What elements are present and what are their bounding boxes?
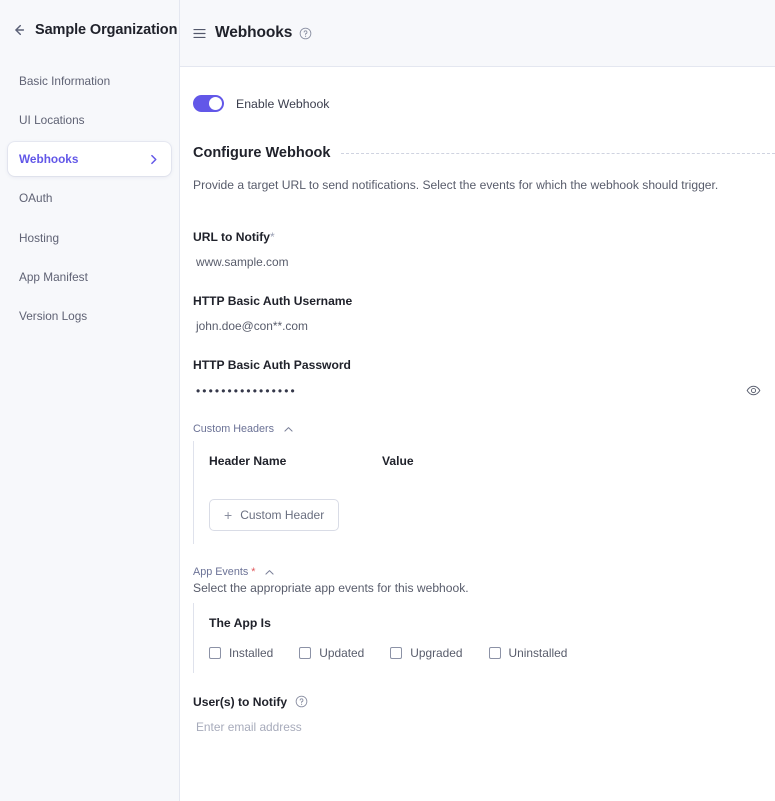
- sidebar-item-label: Basic Information: [19, 74, 111, 88]
- auth-username-field: HTTP Basic Auth Username john.doe@con**.…: [193, 294, 775, 333]
- app-events-options: Installed Updated Upgraded Uninstalled: [209, 646, 775, 660]
- enable-webhook-row: Enable Webhook: [193, 95, 775, 112]
- checkbox-uninstalled[interactable]: Uninstalled: [488, 646, 568, 660]
- custom-headers-columns: Header Name Value: [209, 454, 775, 468]
- custom-headers-label: Custom Headers: [193, 423, 275, 435]
- auth-password-row: ••••••••••••••••: [193, 383, 775, 398]
- custom-headers-body: Header Name Value + Custom Header: [193, 441, 775, 544]
- sidebar-item-label: App Manifest: [19, 269, 88, 284]
- users-to-notify-input[interactable]: Enter email address: [193, 720, 775, 734]
- configure-webhook-header: Configure Webhook: [193, 145, 775, 161]
- sidebar-item-label: Version Logs: [19, 308, 88, 323]
- custom-headers-header: Custom Headers: [193, 423, 775, 435]
- section-divider: [341, 152, 775, 154]
- app-events-header: App Events *: [193, 566, 775, 578]
- page-title: Webhooks: [215, 24, 293, 41]
- sidebar-item-webhooks[interactable]: Webhooks: [8, 142, 171, 177]
- page-content: Enable Webhook Configure Webhook Provide…: [180, 67, 775, 801]
- app-events-body: The App Is Installed Updated Upgraded Un…: [193, 603, 775, 673]
- checkbox-box: [488, 647, 501, 659]
- help-circle-icon[interactable]: [295, 695, 308, 708]
- checkbox-label: Updated: [319, 646, 365, 660]
- label-text: App Events: [193, 566, 249, 578]
- label-text: URL to Notify: [193, 230, 271, 244]
- main-panel: Webhooks Enable Webhook Configure Webhoo…: [180, 0, 775, 801]
- sidebar-item-app-manifest[interactable]: App Manifest: [8, 260, 171, 294]
- auth-password-label: HTTP Basic Auth Password: [193, 358, 351, 372]
- app-events-label: App Events *: [193, 566, 255, 578]
- sidebar-item-label: OAuth: [19, 191, 53, 206]
- url-to-notify-input[interactable]: www.sample.com: [193, 255, 775, 269]
- sidebar-item-version-logs[interactable]: Version Logs: [8, 299, 171, 333]
- auth-username-input[interactable]: john.doe@con**.com: [193, 319, 775, 333]
- plus-icon: +: [224, 507, 233, 523]
- url-to-notify-label: URL to Notify*: [193, 230, 775, 244]
- chevron-up-icon[interactable]: [283, 424, 294, 435]
- help-circle-icon[interactable]: [299, 27, 312, 40]
- column-header-name: Header Name: [209, 454, 287, 468]
- organization-header: Sample Organization: [0, 22, 179, 38]
- checkbox-box: [209, 647, 221, 659]
- page-header: Webhooks: [180, 0, 775, 67]
- toggle-knob: [209, 97, 222, 110]
- auth-password-field: HTTP Basic Auth Password •••••••••••••••…: [193, 358, 775, 398]
- sidebar-item-label: Hosting: [19, 230, 59, 245]
- enable-webhook-toggle[interactable]: [193, 95, 224, 112]
- app-events-description: Select the appropriate app events for th…: [193, 581, 469, 595]
- hamburger-icon[interactable]: [193, 28, 206, 39]
- checkbox-label: Uninstalled: [508, 646, 568, 660]
- users-to-notify-field: User(s) to Notify Enter email address: [193, 695, 775, 734]
- app-events-group-title: The App Is: [209, 616, 271, 630]
- sidebar-item-basic-information[interactable]: Basic Information: [8, 64, 171, 98]
- label-text: User(s) to Notify: [193, 695, 288, 709]
- checkbox-upgraded[interactable]: Upgraded: [390, 646, 463, 660]
- users-to-notify-label: User(s) to Notify: [193, 695, 775, 709]
- checkbox-updated[interactable]: Updated: [299, 646, 364, 660]
- back-arrow-icon[interactable]: [12, 23, 26, 37]
- enable-webhook-label: Enable Webhook: [236, 96, 330, 111]
- app-root: Sample Organization Basic Information UI…: [0, 0, 775, 801]
- checkbox-box: [390, 647, 403, 659]
- organization-title: Sample Organization: [35, 22, 178, 38]
- add-custom-header-button[interactable]: + Custom Header: [209, 499, 340, 531]
- eye-icon[interactable]: [746, 383, 761, 398]
- required-asterisk: *: [270, 230, 275, 244]
- url-to-notify-field: URL to Notify* www.sample.com: [193, 230, 775, 269]
- sidebar-item-label: UI Locations: [19, 113, 85, 128]
- add-custom-header-label: Custom Header: [240, 508, 325, 522]
- checkbox-label: Installed: [229, 646, 274, 660]
- auth-password-input[interactable]: ••••••••••••••••: [193, 384, 746, 398]
- app-events-group: App Events * Select the appropriate app …: [193, 566, 775, 673]
- section-title: Configure Webhook: [193, 145, 331, 161]
- sidebar: Sample Organization Basic Information UI…: [0, 0, 180, 801]
- sidebar-item-oauth[interactable]: OAuth: [8, 181, 171, 215]
- checkbox-installed[interactable]: Installed: [209, 646, 273, 660]
- sidebar-nav: Basic Information UI Locations Webhooks …: [0, 64, 179, 333]
- custom-headers-group: Custom Headers Header Name Value + Custo…: [193, 423, 775, 544]
- sidebar-item-ui-locations[interactable]: UI Locations: [8, 103, 171, 137]
- sidebar-item-hosting[interactable]: Hosting: [8, 221, 171, 255]
- chevron-right-icon: [151, 154, 157, 165]
- sidebar-item-label: Webhooks: [19, 152, 79, 167]
- section-description: Provide a target URL to send notificatio…: [193, 178, 719, 192]
- checkbox-box: [299, 647, 312, 659]
- checkbox-label: Upgraded: [410, 646, 463, 660]
- column-header-value: Value: [382, 454, 414, 468]
- auth-username-label: HTTP Basic Auth Username: [193, 294, 353, 308]
- chevron-up-icon[interactable]: [264, 567, 275, 578]
- required-asterisk: *: [251, 566, 256, 578]
